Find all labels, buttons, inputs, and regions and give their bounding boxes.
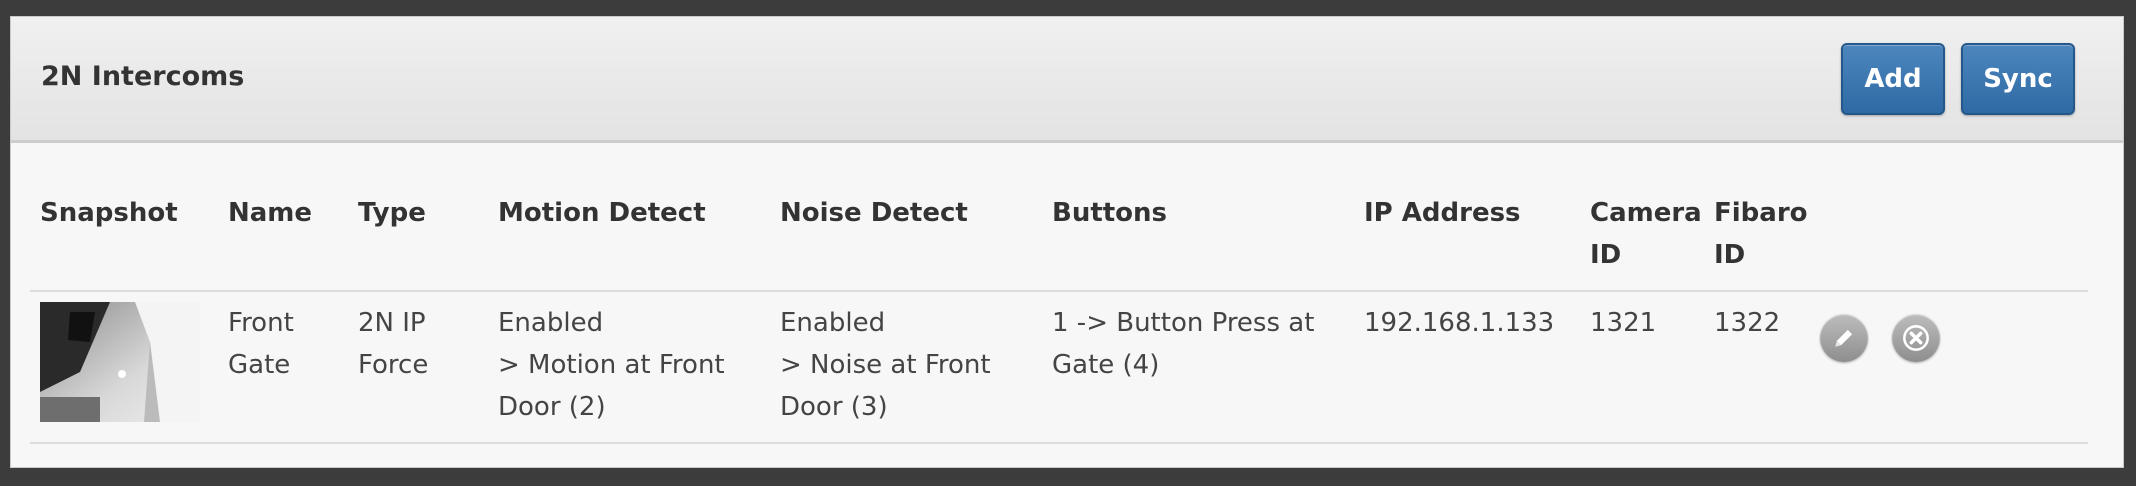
header-ip-address: IP Address [1364, 198, 1521, 228]
delete-button[interactable] [1892, 314, 1940, 362]
panel-title: 2N Intercoms [41, 61, 245, 92]
add-button[interactable]: Add [1841, 43, 1945, 115]
row-type: 2N IP Force [358, 308, 429, 380]
header-noise-detect: Noise Detect [780, 198, 968, 228]
row-actions [1814, 292, 2088, 442]
header-motion-detect: Motion Detect [498, 198, 706, 228]
row-motion-detect: Enabled > Motion at Front Door (2) [498, 308, 725, 422]
row-camera-id: 1321 [1590, 308, 1657, 338]
table-row-snapshot[interactable] [30, 292, 218, 442]
header-name: Name [228, 198, 313, 228]
edit-button[interactable] [1820, 314, 1868, 362]
row-noise-detect: Enabled > Noise at Front Door (3) [780, 308, 991, 422]
header-snapshot: Snapshot [40, 198, 178, 228]
camera-snapshot-image[interactable] [40, 302, 200, 422]
row-ip-address: 192.168.1.133 [1364, 308, 1555, 338]
header-actions [1814, 170, 2088, 290]
row-divider [30, 442, 2088, 444]
panel-header: 2N Intercoms Add Sync [11, 17, 2123, 143]
row-name: Front Gate [228, 308, 294, 380]
header-buttons: Buttons [1052, 198, 1168, 228]
pencil-icon [1835, 329, 1853, 347]
row-fibaro-id: 1322 [1714, 308, 1781, 338]
sync-button[interactable]: Sync [1961, 43, 2075, 115]
header-type: Type [358, 198, 426, 228]
row-buttons: 1 -> Button Press at Gate (4) [1052, 308, 1315, 380]
close-icon [1903, 325, 1929, 351]
header-fibaro-id: Fibaro ID [1714, 198, 1808, 270]
header-camera-id: Camera ID [1590, 198, 1702, 270]
intercoms-table: Snapshot Name Type Motion Detect Noise D… [30, 170, 2088, 444]
